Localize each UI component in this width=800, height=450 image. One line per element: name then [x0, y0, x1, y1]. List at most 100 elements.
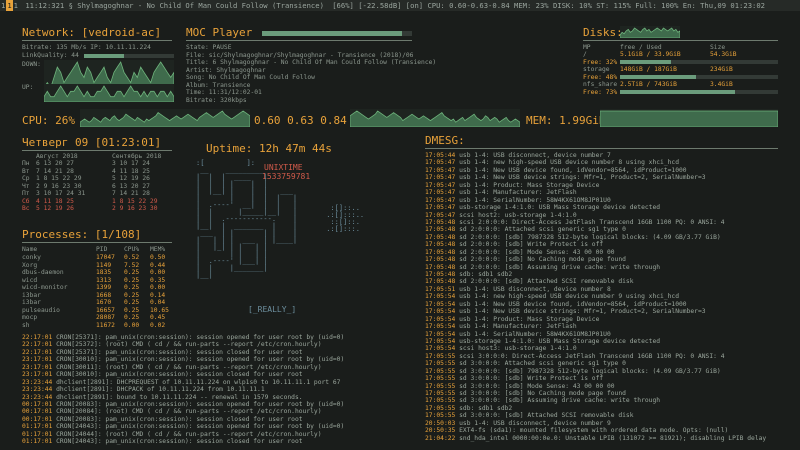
syslog-line: 23:17:01 CRON[30010]: pam_unix(cron:sess… — [22, 356, 417, 363]
dmesg-message: sdb: sdb1 sdb2 — [459, 404, 513, 412]
process-row-mem[interactable]: 0.44 — [150, 262, 165, 270]
process-row-cpu[interactable]: 0.25 — [124, 269, 139, 277]
dmesg-line: 17:05:47 usb 1-4: new high-speed USB dev… — [425, 159, 799, 166]
syslog-message: dhclient[2891]: DHCPREQUEST of 10.11.11.… — [56, 378, 341, 386]
dmesg-message: usb 1-4: New USB device found, idVendor=… — [459, 300, 687, 308]
dmesg-time: 17:05:47 — [425, 174, 460, 182]
dmesg-message: sd 2:0:0:0: [sdb] Assuming drive cache: … — [459, 263, 661, 271]
moc-bitrate: Bitrate: 320kbps — [186, 96, 247, 104]
process-row-mem[interactable]: 0.35 — [150, 277, 165, 285]
process-header-mem: MEM% — [150, 246, 166, 253]
process-row-name[interactable]: conky — [22, 254, 41, 262]
process-row-cpu[interactable]: 0.25 — [124, 277, 139, 285]
process-row-cpu[interactable]: 0.52 — [124, 254, 139, 262]
syslog-time: 22:17:01 — [22, 348, 57, 356]
syslog-time: 01:17:01 — [22, 430, 57, 438]
dmesg-line: 17:05:55 sd 3:0:0:0: [sdb] Attached SCSI… — [425, 412, 799, 419]
process-row-mem[interactable]: 0.04 — [150, 299, 165, 307]
process-row-cpu[interactable]: 7.52 — [124, 262, 139, 270]
moc-progress[interactable] — [262, 31, 412, 36]
dmesg-message: usb 1-4: new high-speed USB device numbe… — [459, 293, 680, 301]
process-row-pid[interactable]: 1835 — [96, 269, 111, 277]
dmesg-time: 17:05:48 — [425, 226, 460, 234]
syslog-time: 00:17:01 — [22, 415, 57, 423]
process-row-mem[interactable]: 0.00 — [150, 269, 165, 277]
process-row-pid[interactable]: 17047 — [96, 254, 115, 262]
process-row-name[interactable]: pulseaudio — [22, 307, 60, 315]
syslog-time: 01:17:01 — [22, 423, 57, 431]
process-row-mem[interactable]: 0.14 — [150, 292, 165, 300]
workspace-3[interactable]: 1 — [13, 0, 19, 11]
dmesg-time: 17:05:48 — [425, 263, 460, 271]
process-row-cpu[interactable]: 0.25 — [124, 292, 139, 300]
process-row-cpu[interactable]: 0.00 — [124, 322, 139, 330]
dmesg-time: 17:05:55 — [425, 375, 460, 383]
really-label: [_REALLY_] — [248, 305, 297, 314]
process-row-mem[interactable]: 0.00 — [150, 284, 165, 292]
dmesg-line: 17:05:48 sd 2:0:0:0: [sdb] Mode Sense: 4… — [425, 249, 799, 256]
disks-divider — [583, 40, 778, 41]
syslog-line: 22:17:01 CRON[25371]: pam_unix(cron:sess… — [22, 349, 417, 356]
dmesg-time: 17:05:54 — [425, 293, 460, 301]
process-row-pid[interactable]: 1670 — [96, 299, 111, 307]
dmesg-time: 17:05:54 — [425, 308, 460, 316]
dmesg-message: usb 1-4: SerialNumber: 58W4KX61OM8JP01U0 — [459, 330, 611, 338]
dmesg-time: 17:05:47 — [425, 196, 460, 204]
process-row-pid[interactable]: 1399 — [96, 284, 111, 292]
moc-title: MOC Player — [186, 26, 253, 39]
process-row-pid[interactable]: 16657 — [96, 307, 115, 315]
dmesg-time: 17:05:48 — [425, 218, 460, 226]
process-row-pid[interactable]: 28087 — [96, 314, 115, 322]
process-row-cpu[interactable]: 0.25 — [124, 284, 139, 292]
process-row-pid[interactable]: 11672 — [96, 322, 115, 330]
dmesg-message: sd 3:0:0:0: [sdb] No Caching mode page f… — [459, 390, 626, 397]
process-row-cpu[interactable]: 0.25 — [124, 314, 139, 322]
process-row-pid[interactable]: 1668 — [96, 292, 111, 300]
process-row-mem[interactable]: 0.02 — [150, 322, 165, 330]
process-row-cpu[interactable]: 0.25 — [124, 299, 139, 307]
dmesg-message: sd 3:0:0:0: [sdb] Write Protect is off — [459, 375, 604, 383]
dmesg-message: usb-storage 1-4:1.0: USB Mass Storage de… — [459, 337, 661, 345]
process-row-name[interactable]: i3bar — [22, 299, 41, 307]
dmesg-time: 17:05:47 — [425, 166, 460, 174]
dmesg-line: 20:50:35 EXT4-fs (sda1): mounted filesys… — [425, 427, 799, 434]
syslog-line: 23:23:44 dhclient[2891]: DHCPREQUEST of … — [22, 379, 417, 386]
mem-label: MEM: 1.99GiB — [526, 114, 606, 127]
dmesg-title: DMESG: — [425, 134, 465, 147]
disk-size: 234GiB — [710, 66, 733, 73]
dmesg-message: usb 1-4: Product: Mass Storage Device — [459, 181, 600, 189]
process-row-mem[interactable]: 0.45 — [150, 314, 165, 322]
dmesg-line: 17:05:55 sd 3:0:0:0: Attached scsi gener… — [425, 360, 799, 367]
process-row-name[interactable]: i3bar — [22, 292, 41, 300]
dmesg-line: 17:05:55 sd 3:0:0:0: [sdb] 7987328 512-b… — [425, 368, 799, 375]
process-row-pid[interactable]: 1149 — [96, 262, 111, 270]
full-status: Full: 100% — [635, 1, 679, 10]
dmesg-time: 21:04:22 — [425, 434, 460, 442]
syslog-time: 23:23:44 — [22, 393, 57, 401]
process-row-name[interactable]: dbus-daemon — [22, 269, 64, 277]
process-row-pid[interactable]: 1313 — [96, 277, 111, 285]
moc-song: Song: No Child Of Man Could Follow — [186, 74, 315, 81]
process-row-name[interactable]: Xorg — [22, 262, 37, 270]
process-row-name[interactable]: wicd-monitor — [22, 284, 68, 292]
calendar-week-aug: 6 13 20 27 — [36, 160, 74, 167]
disk-used: 148GiB / 187GiB — [620, 66, 677, 73]
process-row-name[interactable]: mocp — [22, 314, 37, 322]
moc-divider — [186, 40, 412, 41]
dmesg-line: 17:05:47 usb 1-4: Manufacturer: JetFlash — [425, 189, 799, 196]
dmesg-time: 17:05:48 — [425, 233, 460, 241]
uptime-label: Uptime: 12h 47m 44s — [206, 142, 332, 155]
calendar-week-sep: 3 10 17 24 — [112, 160, 150, 167]
calendar-day-name: Сб — [22, 197, 30, 205]
calendar-day-name: Вс — [22, 205, 30, 212]
process-row-mem[interactable]: 0.50 — [150, 254, 165, 262]
syslog-message: CRON[20083]: pam_unix(cron:session): ses… — [56, 400, 345, 408]
calendar-week-sep: 2 9 16 23 30 — [112, 205, 158, 212]
calendar-title: Четверг 09 [01:23:01] — [22, 136, 162, 149]
process-row-cpu[interactable]: 0.25 — [124, 307, 139, 315]
process-row-name[interactable]: sh — [22, 322, 30, 330]
process-row-mem[interactable]: 10.65 — [150, 307, 169, 315]
dmesg-line: 17:05:48 scsi 2:0:0:0: Direct-Access Jet… — [425, 219, 799, 226]
dmesg-message: usb-storage 1-4:1.0: USB Mass Storage de… — [459, 204, 661, 212]
process-row-name[interactable]: wicd — [22, 277, 37, 285]
